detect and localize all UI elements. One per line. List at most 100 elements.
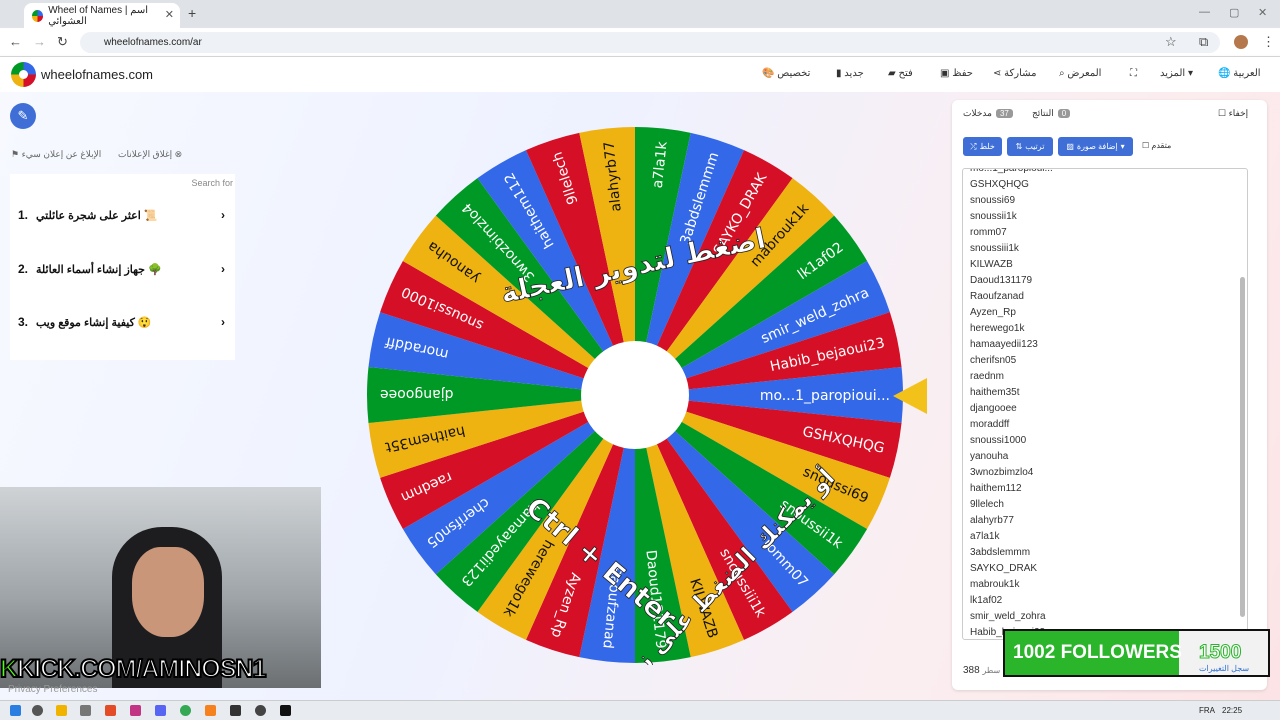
- entries-count-badge: 37: [995, 109, 1013, 118]
- site-brand[interactable]: wheelofnames.com: [41, 67, 153, 82]
- report-ad-link[interactable]: ⚑ الإبلاغ عن إعلان سيء: [11, 149, 101, 160]
- line-count-label: سطر: [982, 666, 1001, 675]
- save-button[interactable]: ▣ حفظ: [940, 68, 973, 79]
- open-button[interactable]: ▰ فتح: [888, 68, 913, 79]
- globe-icon: 🌐: [1218, 68, 1231, 79]
- entry-line: yanouha: [970, 451, 1009, 462]
- close-tab-icon[interactable]: ✕: [165, 8, 174, 21]
- reload-icon[interactable]: ↻: [57, 34, 68, 50]
- entries-scrollbar[interactable]: [1240, 277, 1245, 617]
- sort-label: ترتيب: [1025, 142, 1045, 151]
- chrome-icon[interactable]: [180, 705, 191, 716]
- tab-entries[interactable]: مدخلات 37: [963, 108, 1013, 119]
- kick-url: KICK.COM/AMINOSN1: [16, 654, 267, 684]
- ad-item-num: 3.: [18, 315, 29, 329]
- minimize-icon[interactable]: —: [1199, 6, 1210, 18]
- profile-avatar[interactable]: [1234, 35, 1248, 49]
- ad-search-label: Search for: [191, 178, 233, 188]
- start-icon[interactable]: [10, 705, 21, 716]
- chevron-right-icon: ›: [221, 315, 225, 329]
- followers-goal: 1500: [1198, 642, 1242, 664]
- more-button[interactable]: المزيد ▾: [1160, 68, 1193, 79]
- entry-line: smir_weld_zohra: [970, 611, 1046, 622]
- back-icon[interactable]: ←: [9, 34, 22, 49]
- followers-goal-widget: 1002 FOLLOWERS 1500 سجل التغييرات: [1003, 629, 1270, 677]
- new-tab-button[interactable]: +: [188, 5, 196, 21]
- ad-item-text: اعثر على شجرة عائلتي 📜: [36, 210, 158, 222]
- entries-textarea[interactable]: mo...1_paropioui... GSHXQHQG snoussi69 snou…: [962, 168, 1248, 640]
- add-image-button[interactable]: ▨ إضافة صورة ▾: [1058, 137, 1133, 156]
- ad-item[interactable]: 1. اعثر على شجرة عائلتي 📜 ›: [10, 208, 235, 260]
- obs-icon[interactable]: [255, 705, 266, 716]
- report-ad-label: الإبلاغ عن إعلان سيء: [21, 149, 102, 159]
- app-icon[interactable]: [80, 705, 91, 716]
- app-icon[interactable]: [205, 705, 216, 716]
- new-button[interactable]: ▮ جديد: [836, 68, 864, 79]
- kick-logo: K: [0, 654, 19, 684]
- spin-wheel[interactable]: mo...1_paropioui...GSHXQHQGsnoussi69snou…: [365, 125, 905, 665]
- new-label: جديد: [844, 68, 864, 79]
- entry-line: GSHXQHQG: [970, 179, 1029, 190]
- entry-line: SAYKO_DRAK: [970, 563, 1038, 574]
- browser-menu-icon[interactable]: ⋮: [1262, 34, 1275, 50]
- caret-down-icon: ▾: [1120, 142, 1125, 151]
- entry-line: romm07: [970, 227, 1007, 238]
- bookmark-star-icon[interactable]: ☆: [1165, 34, 1177, 50]
- app-icon[interactable]: [230, 705, 241, 716]
- customize-button[interactable]: 🎨 تخصيص: [762, 68, 810, 79]
- edit-pencil-button[interactable]: ✎: [10, 103, 36, 129]
- share-label: مشاركة: [1004, 68, 1037, 79]
- shuffle-icon: ⤮: [970, 141, 977, 151]
- url-input[interactable]: wheelofnames.com/ar: [80, 32, 1220, 53]
- advanced-checkbox[interactable]: ☐ متقدم: [1142, 141, 1171, 150]
- language-label: العربية: [1233, 68, 1261, 79]
- app-icon[interactable]: [105, 705, 116, 716]
- entry-line: a7la1k: [970, 531, 1000, 542]
- share-button[interactable]: ⋖ مشاركة: [993, 68, 1036, 79]
- discord-icon[interactable]: [155, 705, 166, 716]
- more-label: المزيد: [1160, 68, 1186, 79]
- instagram-icon[interactable]: [130, 705, 141, 716]
- language-button[interactable]: 🌐 العربية: [1218, 68, 1261, 79]
- browser-tab-strip: Wheel of Names | اسم العشوائي ✕ + — ▢ ✕: [0, 0, 1280, 28]
- entry-line: alahyrb77: [970, 515, 1014, 526]
- sort-button[interactable]: ⇅ ترتيب: [1007, 137, 1053, 156]
- sort-icon: ⇅: [1015, 142, 1023, 151]
- address-bar-row: ← → ↻ wheelofnames.com/ar ☆ ⧉ ⋮: [0, 28, 1280, 57]
- chevron-right-icon: ›: [221, 262, 225, 276]
- streamer-face: [132, 547, 204, 637]
- hide-checkbox[interactable]: ☐ إخفاء: [1218, 108, 1248, 119]
- entry-line: haithem35t: [970, 387, 1020, 398]
- search-icon[interactable]: [32, 705, 43, 716]
- changelog-link[interactable]: سجل التغييرات: [1199, 664, 1249, 673]
- close-window-icon[interactable]: ✕: [1258, 6, 1267, 19]
- browser-tab[interactable]: Wheel of Names | اسم العشوائي ✕: [24, 3, 180, 28]
- save-icon: ▣: [940, 68, 950, 79]
- tray-lang[interactable]: FRA: [1199, 706, 1215, 715]
- gallery-button[interactable]: ⌕ المعرض: [1059, 68, 1101, 79]
- entry-line: Raoufzanad: [970, 291, 1024, 302]
- entry-line: snoussi1000: [970, 435, 1027, 446]
- ad-item[interactable]: 3. كيفية إنشاء موقع ويب 😲 ›: [10, 315, 235, 367]
- close-ads-label: إغلاق الإعلانات: [118, 149, 173, 159]
- windows-taskbar: FRA 22:25: [0, 700, 1280, 720]
- maximize-icon[interactable]: ▢: [1229, 6, 1239, 19]
- entry-line: haithem112: [970, 483, 1022, 494]
- shuffle-button[interactable]: ⤮ خلط: [963, 137, 1002, 156]
- followers-current: 1002: [1013, 642, 1056, 663]
- image-icon: ▨: [1066, 142, 1074, 151]
- ad-item[interactable]: 2. جهاز إنشاء أسماء العائلة 🌳 ›: [10, 262, 235, 314]
- tray-time[interactable]: 22:25: [1222, 706, 1242, 715]
- entry-line: hamaayedii123: [970, 339, 1038, 350]
- forward-icon[interactable]: →: [33, 34, 46, 49]
- tiktok-icon[interactable]: [280, 705, 291, 716]
- extensions-icon[interactable]: ⧉: [1199, 34, 1208, 50]
- wheel-logo-icon[interactable]: [11, 62, 36, 87]
- explorer-icon[interactable]: [56, 705, 67, 716]
- wheel-slice-label: mo...1_paropioui...: [760, 388, 890, 404]
- followers-count: 1002 FOLLOWERS: [1013, 642, 1182, 664]
- fullscreen-icon[interactable]: ⛶: [1130, 68, 1137, 79]
- tab-results[interactable]: النتائج 0: [1032, 108, 1071, 119]
- close-ads-link[interactable]: إغلاق الإعلانات ⊗: [118, 149, 182, 160]
- privacy-preferences-link[interactable]: Privacy Preferences: [8, 684, 97, 695]
